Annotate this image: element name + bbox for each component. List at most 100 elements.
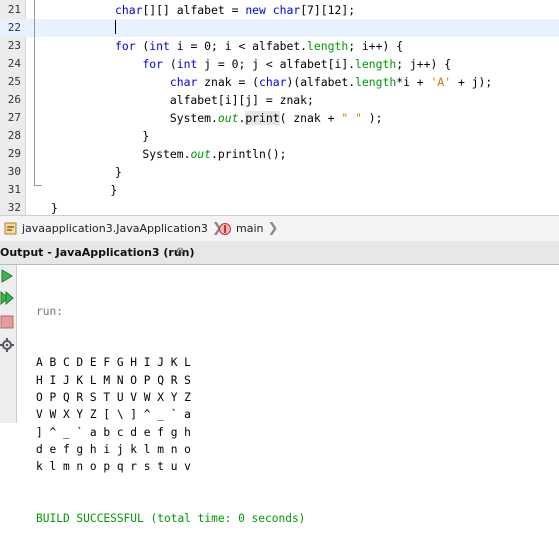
breadcrumb-method[interactable]: main ❯ — [218, 221, 278, 236]
code-token: char — [169, 75, 198, 89]
code-token: length — [355, 75, 397, 89]
code-text: for (int j = 0; j < alfabet[i].length; j… — [115, 55, 451, 73]
code-token: + j); — [451, 75, 493, 89]
code-text: System.out.print( znak + " " ); — [115, 109, 383, 127]
code-editor[interactable]: 21 char[][] alfabet = new char[7][12]; 22 2… — [0, 0, 559, 215]
code-token: print — [245, 111, 280, 125]
code-token: length — [355, 57, 397, 71]
code-token: } — [51, 201, 58, 215]
code-token: length — [307, 39, 349, 53]
chevron-right-icon: ❯ — [267, 221, 279, 236]
output-line: H I J K L M N O P Q R S — [36, 373, 191, 387]
line-number: 31 — [7, 183, 21, 196]
code-token: j = 0; j < alfabet[i]. — [197, 57, 356, 71]
code-token: alfabet[i][j] = znak; — [115, 93, 314, 107]
output-line: A B C D E F G H I J K L — [36, 356, 191, 370]
code-token: ( — [135, 39, 150, 53]
code-token: char — [272, 3, 301, 17]
code-line[interactable]: 28 } — [0, 127, 559, 145]
line-number: 30 — [7, 165, 21, 178]
code-line[interactable]: 23 for (int i = 0; i < alfabet.length; i+… — [0, 37, 559, 55]
code-token: ( znak + — [279, 111, 342, 125]
line-number: 21 — [7, 3, 21, 16]
code-token: [7][12]; — [300, 3, 356, 17]
fold-guide — [34, 0, 35, 185]
code-token: )(alfabet. — [286, 75, 356, 89]
line-number: 27 — [7, 111, 21, 124]
class-icon — [4, 222, 17, 234]
code-token: int — [176, 57, 198, 71]
code-line[interactable]: 27 System.out.print( znak + " " ); — [0, 109, 559, 127]
build-status: BUILD SUCCESSFUL (total time: 0 seconds) — [36, 512, 306, 526]
output-line: k l m n o p q r s t u v — [36, 460, 191, 474]
line-number: 22 — [7, 21, 21, 34]
code-text: char znak = (char)(alfabet.length*i + 'A… — [115, 73, 492, 91]
code-text: } — [83, 181, 117, 199]
line-number: 26 — [7, 93, 21, 106]
code-token: } — [115, 129, 150, 143]
output-line: d e f g h i j k l m n o — [36, 442, 191, 456]
code-token: for — [142, 57, 164, 71]
code-line[interactable]: 24 for (int j = 0; j < alfabet[i].length… — [0, 55, 559, 73]
code-line[interactable]: 21 char[][] alfabet = new char[7][12]; — [0, 1, 559, 19]
line-number: 29 — [7, 147, 21, 160]
run-label: run: — [36, 304, 63, 318]
code-token: } — [83, 183, 118, 197]
code-text: char[][] alfabet = new char[7][12]; — [115, 1, 355, 19]
code-text: System.out.println(); — [115, 145, 286, 163]
code-token: } — [115, 165, 122, 179]
code-token: out — [190, 147, 212, 161]
code-token: for — [115, 39, 136, 53]
code-token: char — [115, 3, 143, 17]
settings-icon[interactable] — [0, 338, 14, 352]
output-tab[interactable]: Output - JavaApplication3 (run) ⊗ — [0, 241, 559, 265]
line-number: 28 — [7, 129, 21, 142]
code-text: alfabet[i][j] = znak; — [115, 91, 314, 109]
close-tab-icon[interactable]: ⊗ — [176, 246, 184, 257]
code-token: int — [149, 39, 170, 53]
output-toolbar — [0, 265, 17, 423]
code-line[interactable]: 32} — [0, 199, 559, 215]
output-console[interactable]: run: A B C D E F G H I J K L H I J K L M … — [36, 268, 305, 545]
code-token: ; j++) { — [396, 57, 452, 71]
code-token: *i + — [396, 75, 431, 89]
code-token: System. — [115, 147, 191, 161]
code-token: 'A' — [430, 75, 452, 89]
line-number: 25 — [7, 75, 21, 88]
code-text: } — [51, 199, 58, 215]
breadcrumb-method-label: main — [236, 222, 264, 235]
code-text: } — [115, 127, 149, 145]
output-line: V W X Y Z [ \ ] ^ _ ` a — [36, 408, 191, 422]
code-line[interactable]: 30} — [0, 163, 559, 181]
breadcrumb-bar: javaapplication3.JavaApplication3 ❯ main… — [0, 215, 559, 242]
code-line[interactable]: 29 System.out.println(); — [0, 145, 559, 163]
breadcrumb-class-label: javaapplication3.JavaApplication3 — [22, 222, 208, 235]
fold-guide-end — [34, 185, 42, 186]
code-line[interactable]: 26 alfabet[i][j] = znak; — [0, 91, 559, 109]
method-icon — [219, 222, 231, 235]
rerun-icon[interactable] — [0, 269, 14, 283]
code-token: char — [259, 75, 287, 89]
line-number: 24 — [7, 57, 21, 70]
code-line[interactable]: 25 char znak = (char)(alfabet.length*i +… — [0, 73, 559, 91]
code-token: " " — [341, 111, 362, 125]
stop-icon[interactable] — [0, 315, 14, 329]
code-line[interactable]: 22 — [0, 19, 559, 37]
code-text: for (int i = 0; i < alfabet.length; i++)… — [115, 37, 403, 55]
code-line[interactable]: 31 } — [0, 181, 559, 199]
output-tab-title: Output - JavaApplication3 (run) — [0, 246, 195, 259]
output-line: ] ^ _ ` a b c d e f g h — [36, 425, 191, 439]
output-line: O P Q R S T U V W X Y Z — [36, 391, 191, 405]
code-token: i = 0; i < alfabet. — [169, 39, 308, 53]
code-token: znak = ( — [197, 75, 260, 89]
rerun-different-icon[interactable] — [0, 291, 14, 305]
code-token: ( — [163, 57, 177, 71]
code-token: ); — [361, 111, 383, 125]
code-token: new — [245, 3, 266, 17]
text-caret — [115, 20, 116, 34]
breadcrumb-class[interactable]: javaapplication3.JavaApplication3 ❯ — [4, 221, 223, 236]
code-text: } — [115, 163, 122, 181]
